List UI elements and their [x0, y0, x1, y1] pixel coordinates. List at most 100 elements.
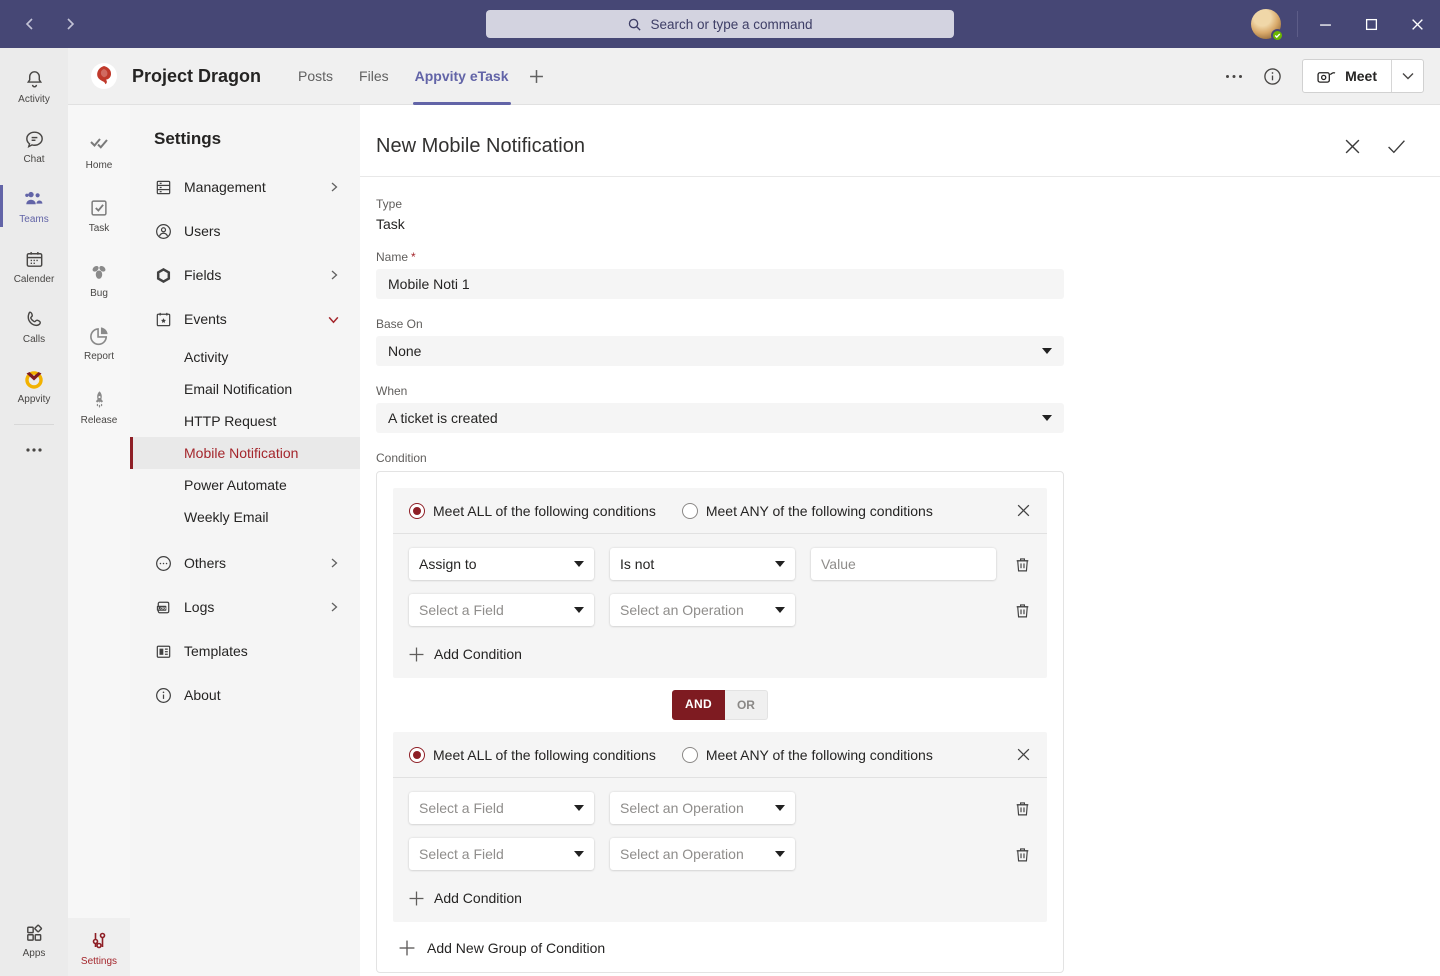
appvity-logo-icon	[22, 367, 46, 391]
tab-files[interactable]: Files	[346, 48, 402, 105]
minimize-button[interactable]	[1302, 0, 1348, 48]
chevron-down-icon	[1402, 72, 1414, 80]
nav-fields[interactable]: Fields	[130, 253, 360, 297]
add-condition-button[interactable]: Add Condition	[409, 884, 1031, 908]
svg-text:LOG: LOG	[158, 606, 166, 610]
rail-item-calls[interactable]: Calls	[0, 296, 68, 356]
plus-icon	[409, 647, 424, 662]
rail-item-appvity[interactable]: Appvity	[0, 356, 68, 416]
add-new-group-button[interactable]: Add New Group of Condition	[393, 940, 1047, 956]
phone-icon	[23, 308, 46, 331]
close-window-button[interactable]	[1394, 0, 1440, 48]
cancel-button[interactable]	[1344, 138, 1361, 155]
back-icon[interactable]	[18, 12, 42, 36]
module-release[interactable]: Release	[68, 375, 130, 439]
field-dropdown[interactable]: Select a Field	[409, 838, 594, 870]
nav-events-weekly-email[interactable]: Weekly Email	[130, 501, 360, 533]
forward-icon[interactable]	[58, 12, 82, 36]
tab-appvity-etask[interactable]: Appvity eTask	[402, 48, 522, 105]
delete-condition-button[interactable]	[1014, 800, 1031, 817]
remove-group-button[interactable]	[1016, 503, 1031, 518]
nav-events-activity[interactable]: Activity	[130, 341, 360, 373]
nav-logs[interactable]: LOG Logs	[130, 585, 360, 629]
meet-all-radio[interactable]	[409, 503, 425, 519]
meet-all-radio[interactable]	[409, 747, 425, 763]
module-report[interactable]: Report	[68, 311, 130, 375]
management-icon	[154, 178, 173, 197]
rail-item-activity[interactable]: Activity	[0, 56, 68, 116]
type-value: Task	[376, 216, 1064, 232]
task-checkbox-icon	[88, 197, 110, 219]
tab-posts[interactable]: Posts	[285, 48, 346, 105]
operation-dropdown[interactable]: Is not	[610, 548, 795, 580]
dropdown-caret-icon	[775, 805, 785, 811]
group-operator-toggle: AND OR	[393, 690, 1047, 720]
rail-item-more[interactable]	[0, 433, 68, 467]
or-toggle[interactable]: OR	[725, 690, 768, 720]
rail-divider	[14, 424, 54, 425]
search-input[interactable]: Search or type a command	[486, 10, 954, 38]
nav-templates[interactable]: Templates	[130, 629, 360, 673]
when-dropdown[interactable]: A ticket is created	[376, 403, 1064, 433]
base-on-dropdown[interactable]: None	[376, 336, 1064, 366]
rail-item-calendar[interactable]: Calender	[0, 236, 68, 296]
add-tab-button[interactable]	[522, 48, 552, 105]
module-bug[interactable]: Bug	[68, 247, 130, 311]
delete-condition-button[interactable]	[1014, 556, 1031, 573]
templates-icon	[154, 642, 173, 661]
delete-condition-button[interactable]	[1014, 846, 1031, 863]
module-home[interactable]: Home	[68, 119, 130, 183]
more-options-button[interactable]	[1225, 74, 1243, 79]
rail-item-chat[interactable]: Chat	[0, 116, 68, 176]
info-button[interactable]	[1263, 67, 1282, 86]
dropdown-caret-icon	[775, 561, 785, 567]
nav-users[interactable]: Users	[130, 209, 360, 253]
nav-events-mobile-notification[interactable]: Mobile Notification	[130, 437, 360, 469]
meet-dropdown-button[interactable]	[1391, 60, 1423, 92]
meet-any-radio[interactable]	[682, 747, 698, 763]
field-dropdown[interactable]: Assign to	[409, 548, 594, 580]
nav-management[interactable]: Management	[130, 165, 360, 209]
close-icon	[1016, 747, 1031, 762]
avatar[interactable]	[1251, 9, 1281, 39]
rail-item-apps[interactable]: Apps	[0, 910, 68, 970]
meet-button[interactable]: Meet	[1303, 60, 1391, 92]
meet-any-radio[interactable]	[682, 503, 698, 519]
module-task[interactable]: Task	[68, 183, 130, 247]
bug-icon	[87, 260, 111, 284]
nav-events-power-automate[interactable]: Power Automate	[130, 469, 360, 501]
remove-group-button[interactable]	[1016, 747, 1031, 762]
users-icon	[154, 222, 173, 241]
operation-dropdown[interactable]: Select an Operation	[610, 594, 795, 626]
maximize-button[interactable]	[1348, 0, 1394, 48]
team-name: Project Dragon	[132, 66, 261, 87]
chevron-right-icon	[328, 557, 340, 569]
nav-events[interactable]: Events	[130, 297, 360, 341]
nav-events-http-request[interactable]: HTTP Request	[130, 405, 360, 437]
rail-item-teams[interactable]: Teams	[0, 176, 68, 236]
dropdown-caret-icon	[574, 805, 584, 811]
save-button[interactable]	[1387, 138, 1406, 155]
and-toggle[interactable]: AND	[672, 690, 725, 720]
add-condition-button[interactable]: Add Condition	[409, 640, 1031, 664]
dropdown-caret-icon	[775, 607, 785, 613]
delete-condition-button[interactable]	[1014, 602, 1031, 619]
field-dropdown[interactable]: Select a Field	[409, 792, 594, 824]
nav-events-email-notification[interactable]: Email Notification	[130, 373, 360, 405]
plus-icon	[399, 940, 415, 956]
module-settings[interactable]: Settings	[68, 918, 130, 976]
value-field[interactable]	[811, 548, 996, 580]
search-placeholder: Search or type a command	[650, 17, 812, 32]
operation-dropdown[interactable]: Select an Operation	[610, 838, 795, 870]
history-nav	[18, 12, 82, 36]
name-field[interactable]	[376, 269, 1064, 299]
rocket-icon	[88, 388, 111, 411]
condition-row: Select a Field Select an Operation	[409, 594, 1031, 626]
operation-dropdown[interactable]: Select an Operation	[610, 792, 795, 824]
fields-icon	[154, 266, 173, 285]
nav-others[interactable]: Others	[130, 541, 360, 585]
settings-sidebar: Settings Management Users	[130, 105, 360, 976]
info-icon	[1263, 67, 1282, 86]
field-dropdown[interactable]: Select a Field	[409, 594, 594, 626]
nav-about[interactable]: About	[130, 673, 360, 717]
